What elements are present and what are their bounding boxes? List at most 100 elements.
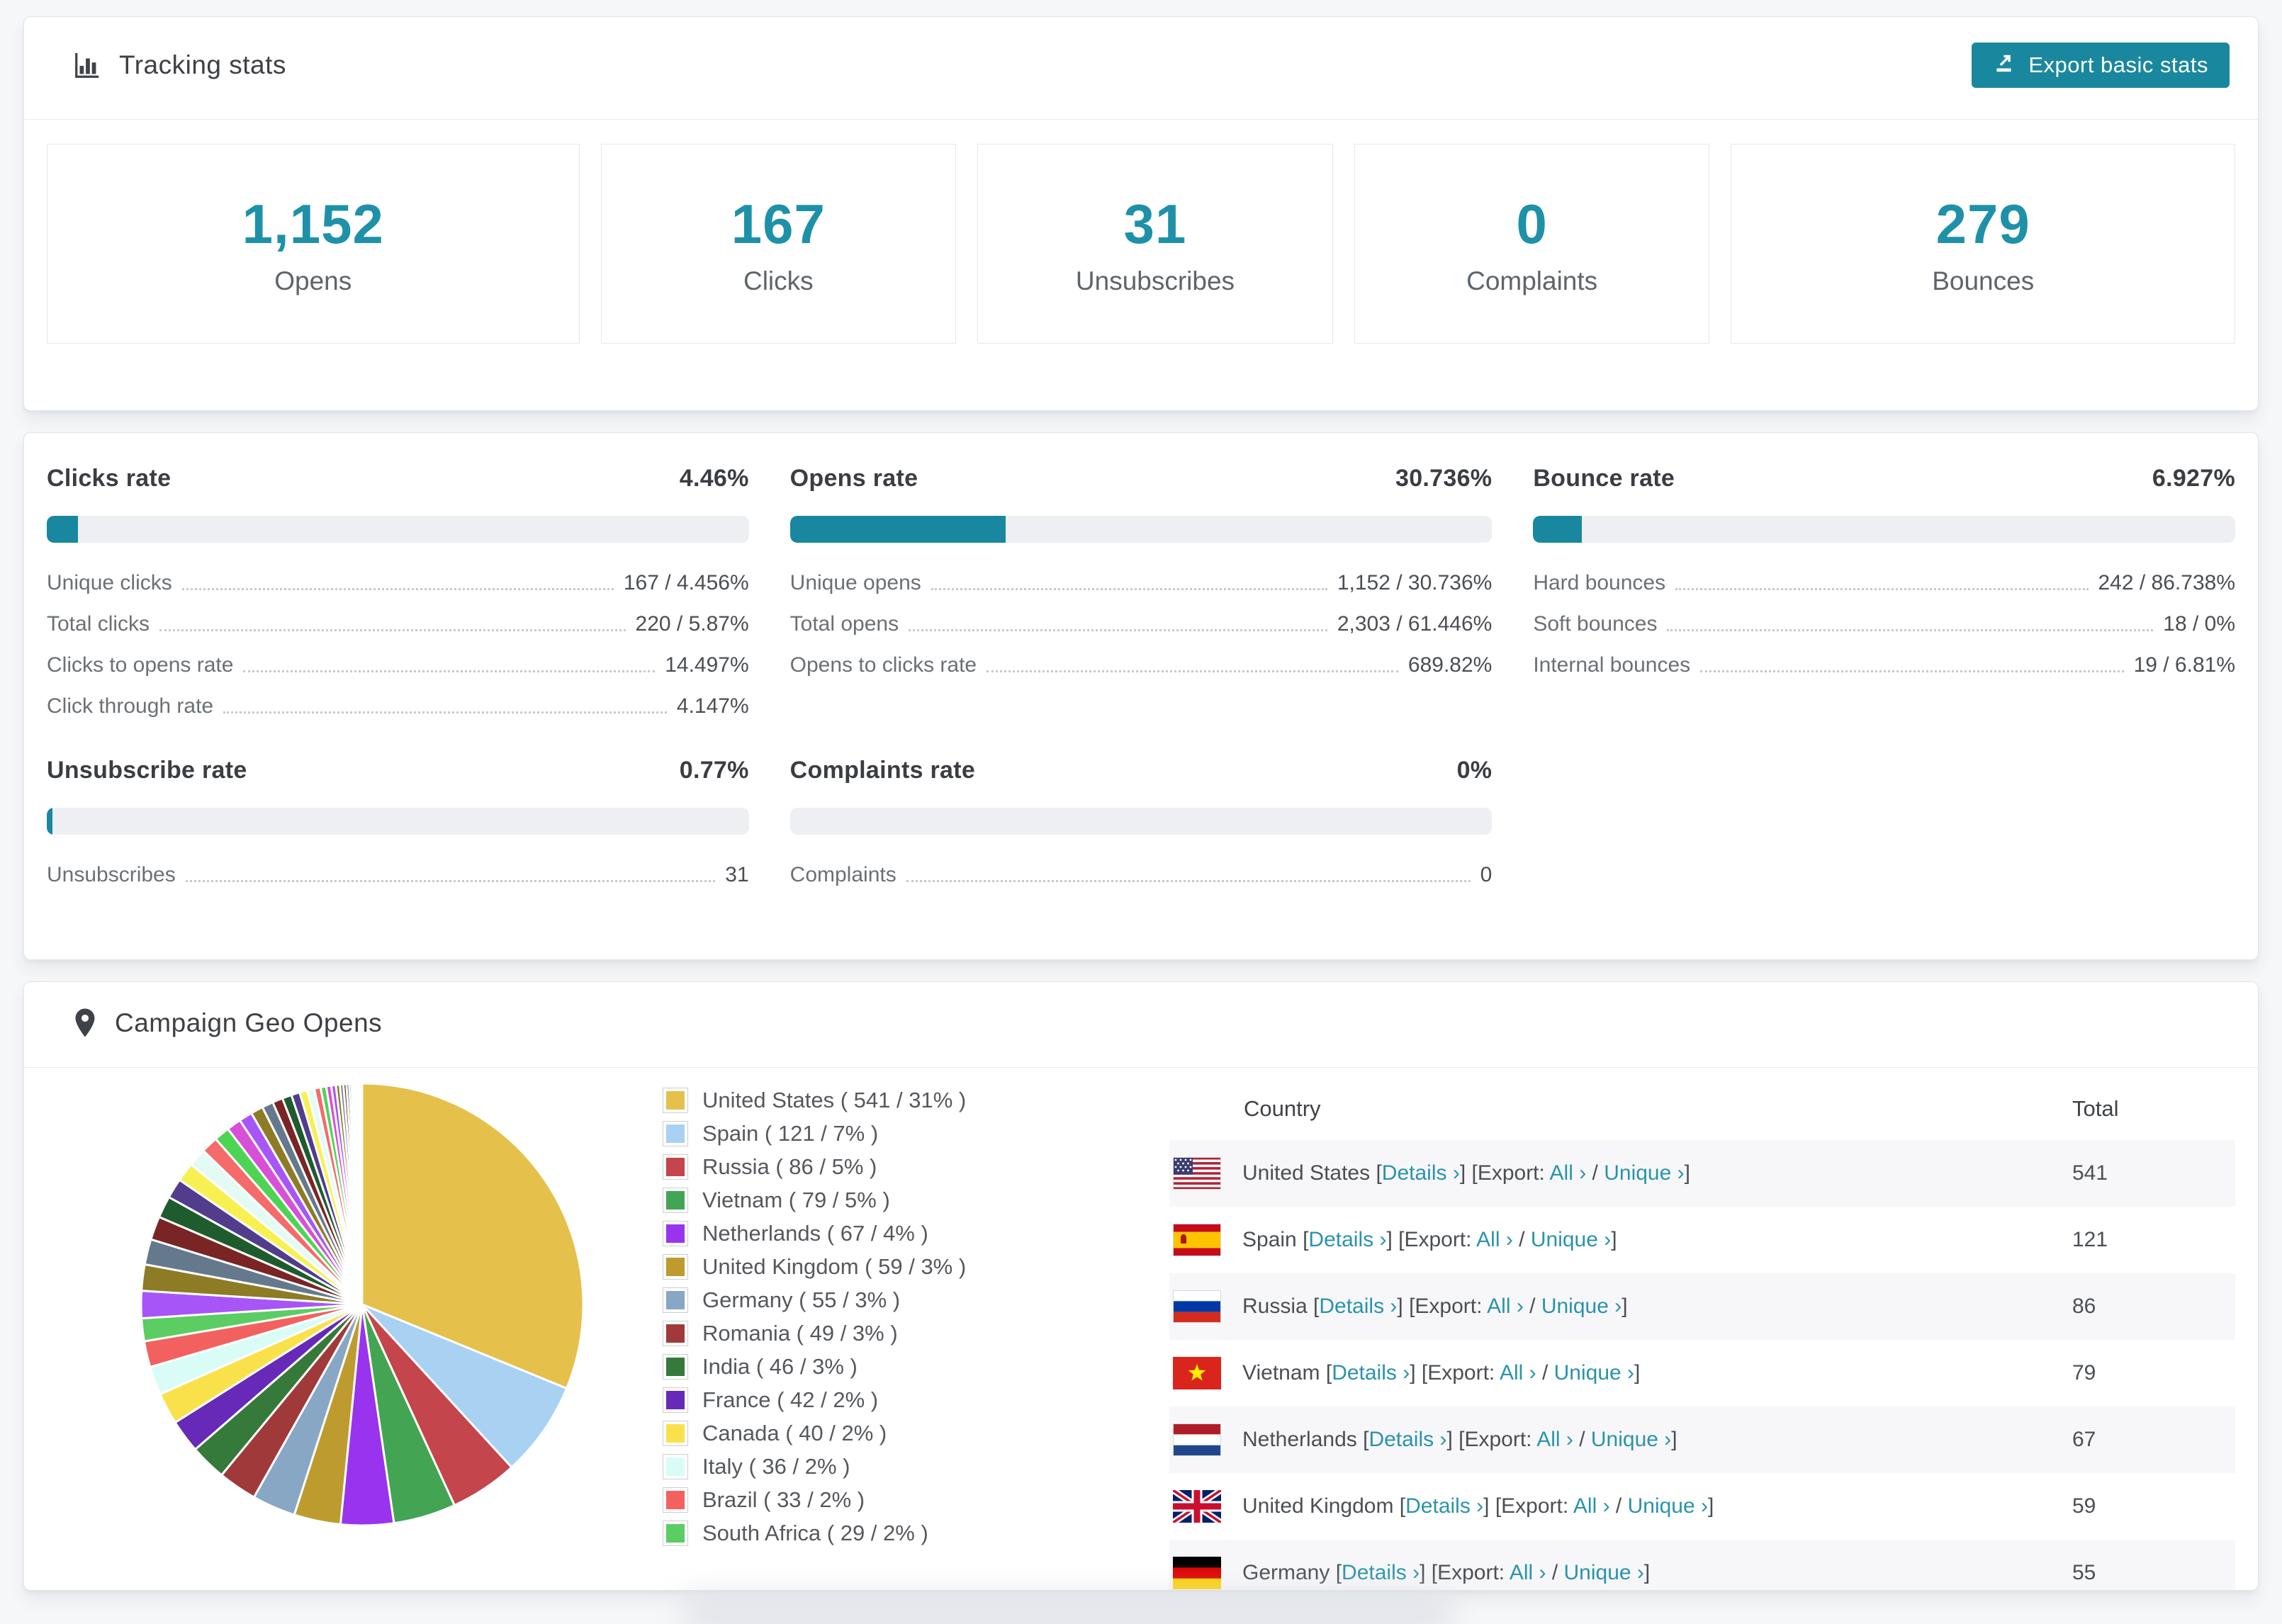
legend-item-italy: Italy ( 36 / 2% ) bbox=[663, 1454, 1102, 1479]
dotted-leader bbox=[159, 629, 626, 631]
panel-value: 4.46% bbox=[679, 465, 749, 492]
flag-us-icon bbox=[1173, 1157, 1221, 1190]
legend-item-germany: Germany ( 55 / 3% ) bbox=[663, 1287, 1102, 1313]
export-icon bbox=[1993, 50, 2017, 80]
metric-row-soft-bounces: Soft bounces 18 / 0% bbox=[1533, 612, 2235, 636]
legend-swatch bbox=[663, 1154, 688, 1180]
legend-item-india: India ( 46 / 3% ) bbox=[663, 1354, 1102, 1380]
metric-label: Hard bounces bbox=[1533, 571, 1666, 594]
details-link[interactable]: Details › bbox=[1368, 1428, 1446, 1451]
geo-table-row-vietnam: Vietnam [Details ›] [Export: All › / Uni… bbox=[1169, 1340, 2235, 1406]
campaign-geo-opens-card: Campaign Geo Opens United States ( 541 /… bbox=[23, 981, 2259, 1591]
export-all-link[interactable]: All › bbox=[1500, 1361, 1536, 1385]
export-all-link[interactable]: All › bbox=[1510, 1561, 1546, 1584]
geo-content: United States ( 541 / 31% ) Spain ( 121 … bbox=[24, 1078, 2258, 1590]
details-link[interactable]: Details › bbox=[1405, 1494, 1483, 1518]
country-cell: Russia [Details ›] [Export: All › / Uniq… bbox=[1169, 1290, 2072, 1323]
metric-label: Internal bounces bbox=[1533, 653, 1691, 677]
flag-es-icon bbox=[1173, 1224, 1221, 1256]
details-link[interactable]: Details › bbox=[1308, 1228, 1386, 1251]
legend-item-united-kingdom: United Kingdom ( 59 / 3% ) bbox=[663, 1254, 1102, 1280]
stat-label: Complaints bbox=[1466, 266, 1598, 295]
country-cell: United Kingdom [Details ›] [Export: All … bbox=[1169, 1490, 2072, 1523]
details-link[interactable]: Details › bbox=[1382, 1161, 1460, 1185]
flag-nl-icon bbox=[1173, 1423, 1221, 1456]
geo-title-text: Campaign Geo Opens bbox=[115, 1008, 383, 1037]
export-unique-link[interactable]: Unique › bbox=[1628, 1494, 1708, 1518]
country-total: 121 bbox=[2072, 1228, 2108, 1251]
dotted-leader bbox=[181, 588, 614, 590]
export-unique-link[interactable]: Unique › bbox=[1531, 1228, 1611, 1251]
geo-table-wrap: Country Total United States [Details ›] … bbox=[1169, 1078, 2235, 1590]
metric-value: 4.147% bbox=[676, 694, 749, 718]
flag-ru-icon bbox=[1173, 1290, 1221, 1323]
geo-title: Campaign Geo Opens bbox=[72, 1008, 382, 1039]
stat-value: 1,152 bbox=[242, 192, 384, 255]
legend-swatch bbox=[663, 1254, 688, 1280]
legend-swatch bbox=[663, 1088, 688, 1113]
metric-value: 19 / 6.81% bbox=[2133, 653, 2235, 677]
page-title: Tracking stats bbox=[72, 50, 286, 80]
metric-value: 689.82% bbox=[1407, 653, 1493, 677]
export-all-link[interactable]: All › bbox=[1573, 1494, 1610, 1518]
country-total: 79 bbox=[2072, 1361, 2096, 1385]
metric-value: 242 / 86.738% bbox=[2098, 571, 2236, 594]
stat-value: 279 bbox=[1935, 192, 2030, 255]
export-all-link[interactable]: All › bbox=[1536, 1428, 1573, 1451]
metric-label: Click through rate bbox=[47, 694, 214, 718]
summary-stat-bounces: 279 Bounces bbox=[1731, 144, 2235, 344]
geo-table-row-russia: Russia [Details ›] [Export: All › / Uniq… bbox=[1169, 1273, 2235, 1340]
country-total: 59 bbox=[2072, 1494, 2096, 1518]
details-link[interactable]: Details › bbox=[1332, 1361, 1410, 1385]
details-link[interactable]: Details › bbox=[1319, 1295, 1397, 1318]
country-links: Spain [Details ›] [Export: All › / Uniqu… bbox=[1242, 1228, 1617, 1251]
export-unique-link[interactable]: Unique › bbox=[1604, 1161, 1684, 1185]
export-basic-stats-button[interactable]: Export basic stats bbox=[1972, 43, 2230, 88]
metric-value: 0 bbox=[1480, 863, 1493, 886]
legend-swatch bbox=[663, 1287, 688, 1313]
panel-title: Opens rate bbox=[789, 465, 918, 492]
dotted-leader bbox=[1675, 588, 2089, 590]
legend-item-russia: Russia ( 86 / 5% ) bbox=[663, 1154, 1102, 1180]
rate-panel-bounce-rate: Bounce rate 6.927% Hard bounces 242 / 86… bbox=[1533, 465, 2235, 735]
export-unique-link[interactable]: Unique › bbox=[1541, 1295, 1621, 1318]
export-all-link[interactable]: All › bbox=[1550, 1161, 1587, 1185]
legend-item-romania: Romania ( 49 / 3% ) bbox=[663, 1321, 1102, 1346]
summary-stat-opens: 1,152 Opens bbox=[47, 144, 580, 344]
export-all-link[interactable]: All › bbox=[1476, 1228, 1513, 1251]
rate-panel-complaints-rate: Complaints rate 0% Complaints 0 bbox=[789, 757, 1493, 904]
panel-value: 0% bbox=[1456, 757, 1493, 784]
dotted-leader bbox=[906, 880, 1471, 882]
panel-title: Complaints rate bbox=[789, 757, 976, 784]
flag-de-icon bbox=[1173, 1557, 1221, 1589]
export-unique-link[interactable]: Unique › bbox=[1554, 1361, 1634, 1385]
legend-swatch bbox=[663, 1387, 688, 1413]
rates-grid: Clicks rate 4.46% Unique clicks 167 / 4.… bbox=[47, 465, 2235, 904]
export-all-link[interactable]: All › bbox=[1487, 1295, 1524, 1318]
panel-title: Unsubscribe rate bbox=[47, 757, 247, 784]
panel-rows: Unique clicks 167 / 4.456% Total clicks … bbox=[47, 571, 749, 718]
metric-label: Complaints bbox=[789, 863, 896, 886]
country-total: 67 bbox=[2072, 1428, 2096, 1451]
metric-value: 2,303 / 61.446% bbox=[1337, 612, 1493, 636]
legend-item-brazil: Brazil ( 33 / 2% ) bbox=[663, 1487, 1102, 1513]
country-name: Russia bbox=[1242, 1295, 1308, 1318]
opens-rate-progressbar bbox=[789, 516, 1493, 543]
column-header-total: Total bbox=[2072, 1096, 2119, 1121]
metric-row-complaints: Complaints 0 bbox=[790, 863, 1493, 887]
country-cell: Vietnam [Details ›] [Export: All › / Uni… bbox=[1169, 1357, 2072, 1389]
country-name: Germany bbox=[1242, 1561, 1330, 1584]
dotted-leader bbox=[223, 711, 667, 714]
flag-gb-icon bbox=[1173, 1490, 1221, 1523]
details-link[interactable]: Details › bbox=[1342, 1561, 1420, 1584]
metric-row-unique-clicks: Unique clicks 167 / 4.456% bbox=[47, 571, 749, 595]
bounce-rate-progressbar bbox=[1533, 516, 2235, 543]
legend-label: Netherlands ( 67 / 4% ) bbox=[702, 1221, 928, 1246]
export-unique-link[interactable]: Unique › bbox=[1591, 1428, 1671, 1451]
legend-swatch bbox=[663, 1321, 688, 1346]
pie-legend: United States ( 541 / 31% ) Spain ( 121 … bbox=[663, 1088, 1102, 1590]
export-unique-link[interactable]: Unique › bbox=[1564, 1561, 1644, 1584]
dotted-leader bbox=[931, 588, 1327, 590]
country-links: Russia [Details ›] [Export: All › / Uniq… bbox=[1242, 1295, 1628, 1318]
legend-label: France ( 42 / 2% ) bbox=[702, 1387, 879, 1412]
